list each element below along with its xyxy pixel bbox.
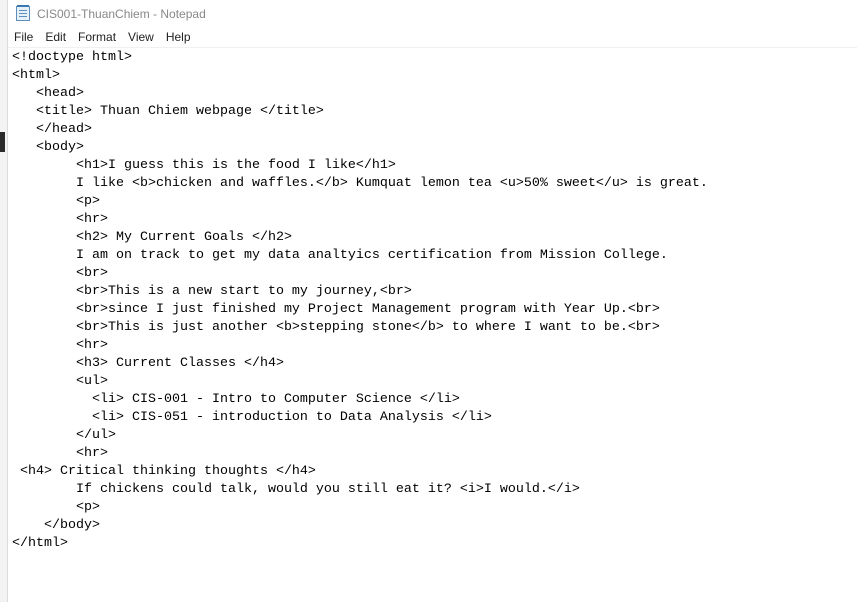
code-line: <br> [12,266,108,281]
code-line: <ul> [12,374,108,389]
code-line: <h3> Current Classes </h4> [12,356,284,371]
code-line: If chickens could talk, would you still … [12,482,580,497]
code-line: I like <b>chicken and waffles.</b> Kumqu… [12,176,708,191]
code-line: <hr> [12,338,108,353]
text-editor-area[interactable]: <!doctype html> <html> <head> <title> Thu… [8,47,857,602]
code-line: <head> [12,86,84,101]
code-line: <html> [12,68,60,83]
menu-view[interactable]: View [122,28,160,47]
background-window-fragment-dark [0,132,5,152]
code-line: <hr> [12,212,108,227]
code-line: <hr> [12,446,108,461]
title-bar[interactable]: CIS001-ThuanChiem - Notepad [8,0,857,27]
code-line: <title> Thuan Chiem webpage </title> [12,104,324,119]
menu-bar: File Edit Format View Help [8,28,857,47]
code-line: <!doctype html> [12,50,132,65]
window-title: CIS001-ThuanChiem - Notepad [37,6,206,21]
code-line: <p> [12,194,100,209]
code-line: <li> CIS-051 - introduction to Data Anal… [12,410,492,425]
code-line: </ul> [12,428,116,443]
code-line: </body> [12,518,100,533]
code-line: </html> [12,536,68,551]
menu-help[interactable]: Help [160,28,197,47]
menu-edit[interactable]: Edit [39,28,72,47]
code-line: <body> [12,140,84,155]
document-text[interactable]: <!doctype html> <html> <head> <title> Thu… [8,48,857,553]
notepad-icon [16,5,30,21]
menu-format[interactable]: Format [72,28,122,47]
code-line: <h4> Critical thinking thoughts </h4> [12,464,316,479]
background-window-edge [0,0,8,602]
code-line: </head> [12,122,92,137]
code-line: <br>This is a new start to my journey,<b… [12,284,412,299]
code-line: <br>since I just finished my Project Man… [12,302,660,317]
code-line: <p> [12,500,100,515]
code-line: <h1>I guess this is the food I like</h1> [12,158,396,173]
code-line: <br>This is just another <b>stepping sto… [12,320,660,335]
code-line: I am on track to get my data analtyics c… [12,248,668,263]
code-line: <h2> My Current Goals </h2> [12,230,292,245]
code-line: <li> CIS-001 - Intro to Computer Science… [12,392,460,407]
menu-file[interactable]: File [8,28,39,47]
